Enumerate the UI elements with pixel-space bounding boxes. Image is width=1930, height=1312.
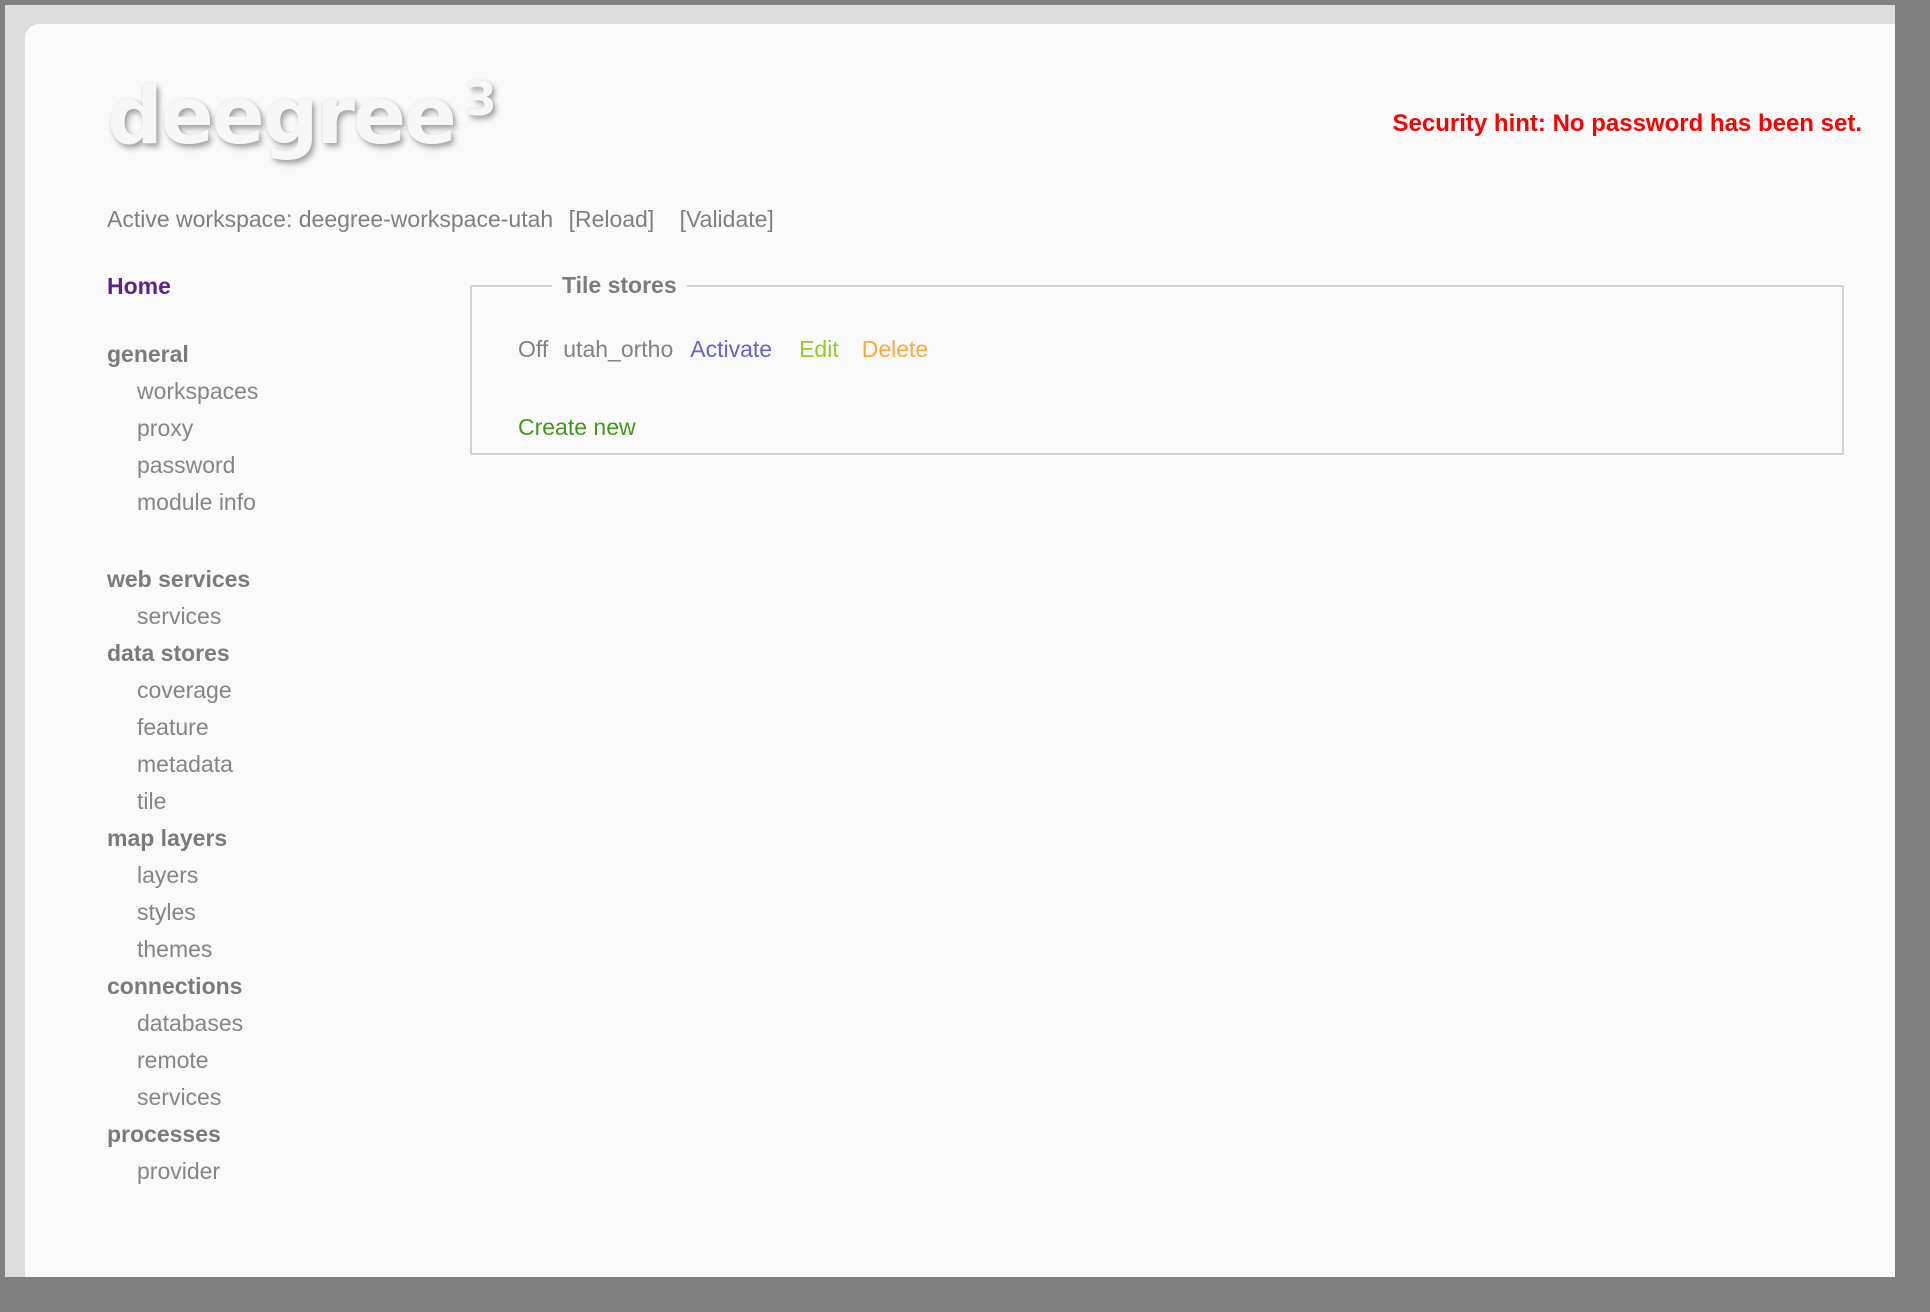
sidebar-item-password[interactable]: password — [107, 447, 467, 484]
logo-version: 3 — [464, 72, 497, 126]
browser-frame: deegree 3 Security hint: No password has … — [5, 5, 1895, 1277]
tile-store-name: utah_ortho — [563, 336, 674, 362]
security-hint: Security hint: No password has been set. — [1392, 110, 1862, 137]
sidebar-item-provider[interactable]: provider — [107, 1153, 467, 1190]
sidebar-item-tile[interactable]: tile — [107, 783, 467, 820]
sidebar-item-feature[interactable]: feature — [107, 709, 467, 746]
sidebar-group-web-services: web services — [107, 566, 251, 592]
tile-stores-legend: Tile stores — [562, 272, 677, 298]
sidebar-item-styles[interactable]: styles — [107, 894, 467, 931]
sidebar-menu: Home general workspaces proxy password m… — [107, 268, 467, 1190]
edit-link[interactable]: Edit — [799, 334, 839, 364]
reload-link[interactable]: [Reload] — [569, 206, 655, 232]
logo-text: deegree — [107, 72, 457, 162]
sidebar-group-data-stores: data stores — [107, 640, 230, 666]
console-page: deegree 3 Security hint: No password has … — [25, 24, 1895, 1277]
sidebar-item-metadata[interactable]: metadata — [107, 746, 467, 783]
sidebar-item-services-connections[interactable]: services — [107, 1079, 467, 1116]
sidebar-group-processes: processes — [107, 1121, 221, 1147]
sidebar-item-module-info[interactable]: module info — [107, 484, 467, 521]
sidebar-group-connections: connections — [107, 973, 243, 999]
sidebar-group-map-layers: map layers — [107, 825, 228, 851]
sidebar-item-home[interactable]: Home — [107, 268, 467, 305]
sidebar-item-databases[interactable]: databases — [107, 1005, 467, 1042]
sidebar-item-workspaces[interactable]: workspaces — [107, 373, 467, 410]
sidebar-group-general: general — [107, 341, 189, 367]
create-new-link[interactable]: Create new — [518, 412, 636, 442]
active-workspace-label: Active workspace: deegree-workspace-utah — [107, 206, 554, 232]
sidebar-item-remote[interactable]: remote — [107, 1042, 467, 1079]
sidebar-item-layers[interactable]: layers — [107, 857, 467, 894]
sidebar-item-themes[interactable]: themes — [107, 931, 467, 968]
sidebar-item-coverage[interactable]: coverage — [107, 672, 467, 709]
validate-link[interactable]: [Validate] — [680, 206, 774, 232]
active-workspace-line: Active workspace: deegree-workspace-utah… — [107, 206, 774, 233]
sidebar-item-proxy[interactable]: proxy — [107, 410, 467, 447]
activate-link[interactable]: Activate — [690, 334, 772, 364]
deegree-logo: deegree 3 — [107, 72, 497, 162]
sidebar-item-services[interactable]: services — [107, 598, 467, 635]
home-link[interactable]: Home — [107, 273, 171, 299]
main-content: Tile stores Off utah_ortho Activate Edit… — [470, 272, 1844, 455]
tile-store-status: Off — [518, 336, 549, 362]
delete-link[interactable]: Delete — [862, 334, 928, 364]
tile-store-row: Off utah_ortho Activate Edit Delete — [518, 334, 1842, 364]
tile-stores-fieldset: Tile stores Off utah_ortho Activate Edit… — [470, 272, 1844, 455]
